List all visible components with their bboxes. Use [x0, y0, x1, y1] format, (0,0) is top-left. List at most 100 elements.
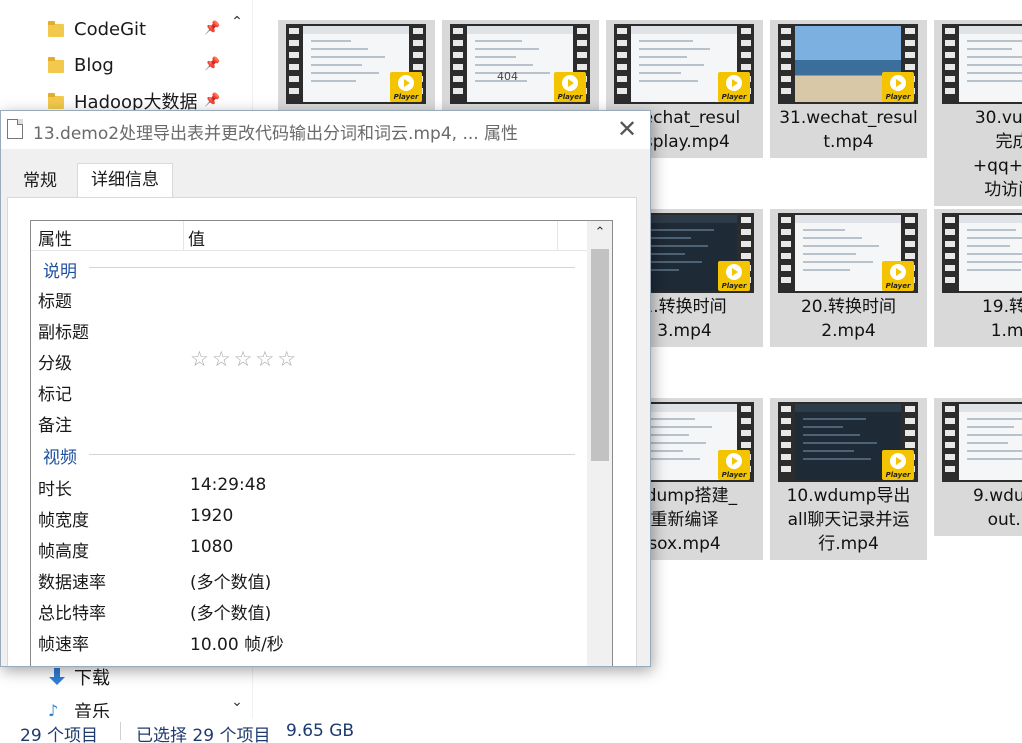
thumbnail-line	[967, 245, 1010, 247]
thumbnail-line	[803, 418, 866, 420]
thumbnail-line	[803, 458, 871, 460]
thumbnail-toolbar	[959, 404, 1022, 412]
dialog-title-bar[interactable]: 13.demo2处理导出表并更改代码输出分词和词云.mp4, ... 属性 ✕	[1, 111, 650, 149]
file-name: 19.转换 1.mp	[981, 297, 1022, 341]
tab-general[interactable]: 常规	[7, 165, 73, 197]
thumbnail-line	[311, 40, 351, 42]
player-badge-label: Player	[721, 471, 747, 479]
file-tile[interactable]: Player 20.转换时间 2.mp4	[770, 209, 927, 347]
scroll-up-icon[interactable]: ⌃	[591, 225, 609, 243]
column-header-value[interactable]: 值	[188, 225, 205, 250]
nav-item-blog[interactable]: Blog	[48, 50, 114, 80]
group-description: 说明	[43, 262, 77, 282]
property-row[interactable]: 帧高度 1080	[38, 533, 583, 563]
property-row[interactable]: 数据速率 (多个数值)	[38, 564, 583, 594]
file-name: 9.wdump out.m	[972, 486, 1022, 530]
pin-icon[interactable]: 📌	[204, 58, 220, 72]
file-tile[interactable]: Player 10.wdump导出 all聊天记录并运 行.mp4	[770, 398, 927, 560]
player-badge-label: Player	[721, 282, 747, 290]
thumbnail-line	[803, 434, 860, 436]
nav-scroll-down-icon[interactable]: ⌄	[228, 694, 246, 712]
thumbnail-toolbar	[631, 26, 737, 34]
column-divider[interactable]	[183, 221, 184, 251]
tab-details[interactable]: 详细信息	[77, 163, 173, 197]
property-key: 帧宽度	[38, 511, 89, 531]
player-badge-icon: Player	[718, 450, 750, 480]
thumbnail-line	[639, 40, 693, 42]
property-key: 副标题	[38, 323, 89, 343]
property-key: 时长	[38, 480, 72, 500]
column-divider[interactable]	[557, 221, 558, 251]
pin-icon[interactable]: 📌	[204, 94, 220, 108]
column-header-property[interactable]: 属性	[38, 225, 72, 250]
property-row[interactable]: 备注	[38, 407, 583, 437]
property-row[interactable]: 副标题	[38, 314, 583, 344]
property-list-header: 属性 值	[31, 221, 587, 251]
file-tile[interactable]: Player9.wdump out.m	[934, 398, 1022, 536]
property-value: 1920	[190, 506, 234, 526]
property-row[interactable]: 标题	[38, 283, 583, 313]
property-row[interactable]: 时长 14:29:48	[38, 471, 583, 501]
player-badge-label: Player	[885, 93, 911, 101]
thumbnail-line	[803, 229, 845, 231]
property-row[interactable]: 总比特率 (多个数值)	[38, 595, 583, 625]
thumbnail-line	[967, 40, 1022, 42]
property-list: 属性 值 说明 标题 副标题 分级 ☆☆☆☆☆ 标记 备注 视频 时长 14:2…	[30, 220, 613, 666]
pin-icon[interactable]: 📌	[204, 22, 220, 36]
dialog-title: 13.demo2处理导出表并更改代码输出分词和词云.mp4, ... 属性	[33, 124, 519, 144]
property-value: 10.00 帧/秒	[190, 635, 284, 655]
player-badge-label: Player	[885, 471, 911, 479]
file-tile[interactable]: Player19.转换 1.mp	[934, 209, 1022, 347]
property-value: 14:29:48	[190, 475, 267, 495]
thumbnail-line	[967, 418, 1022, 420]
video-thumbnail: Player	[778, 213, 918, 293]
property-value: (多个数值)	[190, 604, 272, 624]
file-name: 31.wechat_resul t.mp4	[779, 108, 918, 152]
thumbnail-line	[475, 64, 533, 66]
thumbnail-line	[639, 80, 698, 82]
play-icon	[890, 453, 906, 469]
thumbnail-line	[967, 458, 1022, 460]
thumbnail-line	[967, 426, 1014, 428]
film-strip-icon	[453, 28, 463, 100]
thumbnail-screen	[959, 404, 1022, 480]
file-name: 10.wdump导出 all聊天记录并运 行.mp4	[786, 486, 911, 554]
thumbnail-line	[967, 229, 1016, 231]
thumbnail-line	[803, 426, 843, 428]
rating-stars-icon[interactable]: ☆☆☆☆☆	[190, 347, 299, 371]
thumbnail-toolbar	[467, 26, 573, 34]
file-tile[interactable]: Player30.vue添 完成 +qq+wei 功访问.	[934, 20, 1022, 206]
nav-item-codegit[interactable]: CodeGit	[48, 14, 146, 44]
property-row[interactable]: 帧宽度 1920	[38, 502, 583, 532]
thumbnail-line	[803, 442, 877, 444]
thumbnail-toolbar	[959, 215, 1022, 223]
thumbnail-line	[311, 64, 362, 66]
player-badge-icon: Player	[390, 72, 422, 102]
thumbnail-line	[967, 261, 1022, 263]
thumbnail-line	[311, 80, 356, 82]
player-badge-icon: Player	[882, 72, 914, 102]
thumbnail-line	[967, 237, 1022, 239]
property-row[interactable]: 分级 ☆☆☆☆☆	[38, 345, 583, 375]
thumbnail-toolbar	[795, 404, 901, 412]
play-icon	[726, 453, 742, 469]
thumbnail-line	[475, 56, 516, 58]
property-row[interactable]: 帧速率 10.00 帧/秒	[38, 626, 583, 656]
film-strip-icon	[289, 28, 299, 100]
vertical-scrollbar[interactable]: ⌃	[587, 221, 612, 666]
thumbnail-line	[639, 72, 681, 74]
close-icon[interactable]: ✕	[613, 115, 641, 143]
thumbnail-line	[967, 434, 1022, 436]
video-thumbnail: Player	[942, 213, 1022, 293]
nav-scroll-up-icon[interactable]: ⌃	[228, 14, 246, 32]
scrollbar-thumb[interactable]	[591, 249, 609, 461]
property-key: 备注	[38, 416, 72, 436]
property-row[interactable]: 标记	[38, 376, 583, 406]
property-key: 标题	[38, 292, 72, 312]
property-key: 总比特率	[38, 604, 106, 624]
thumbnail-line	[967, 450, 1022, 452]
thumbnail-line	[803, 245, 879, 247]
file-tile[interactable]: Player 31.wechat_resul t.mp4	[770, 20, 927, 158]
film-strip-icon	[945, 406, 955, 478]
thumbnail-line	[311, 72, 379, 74]
